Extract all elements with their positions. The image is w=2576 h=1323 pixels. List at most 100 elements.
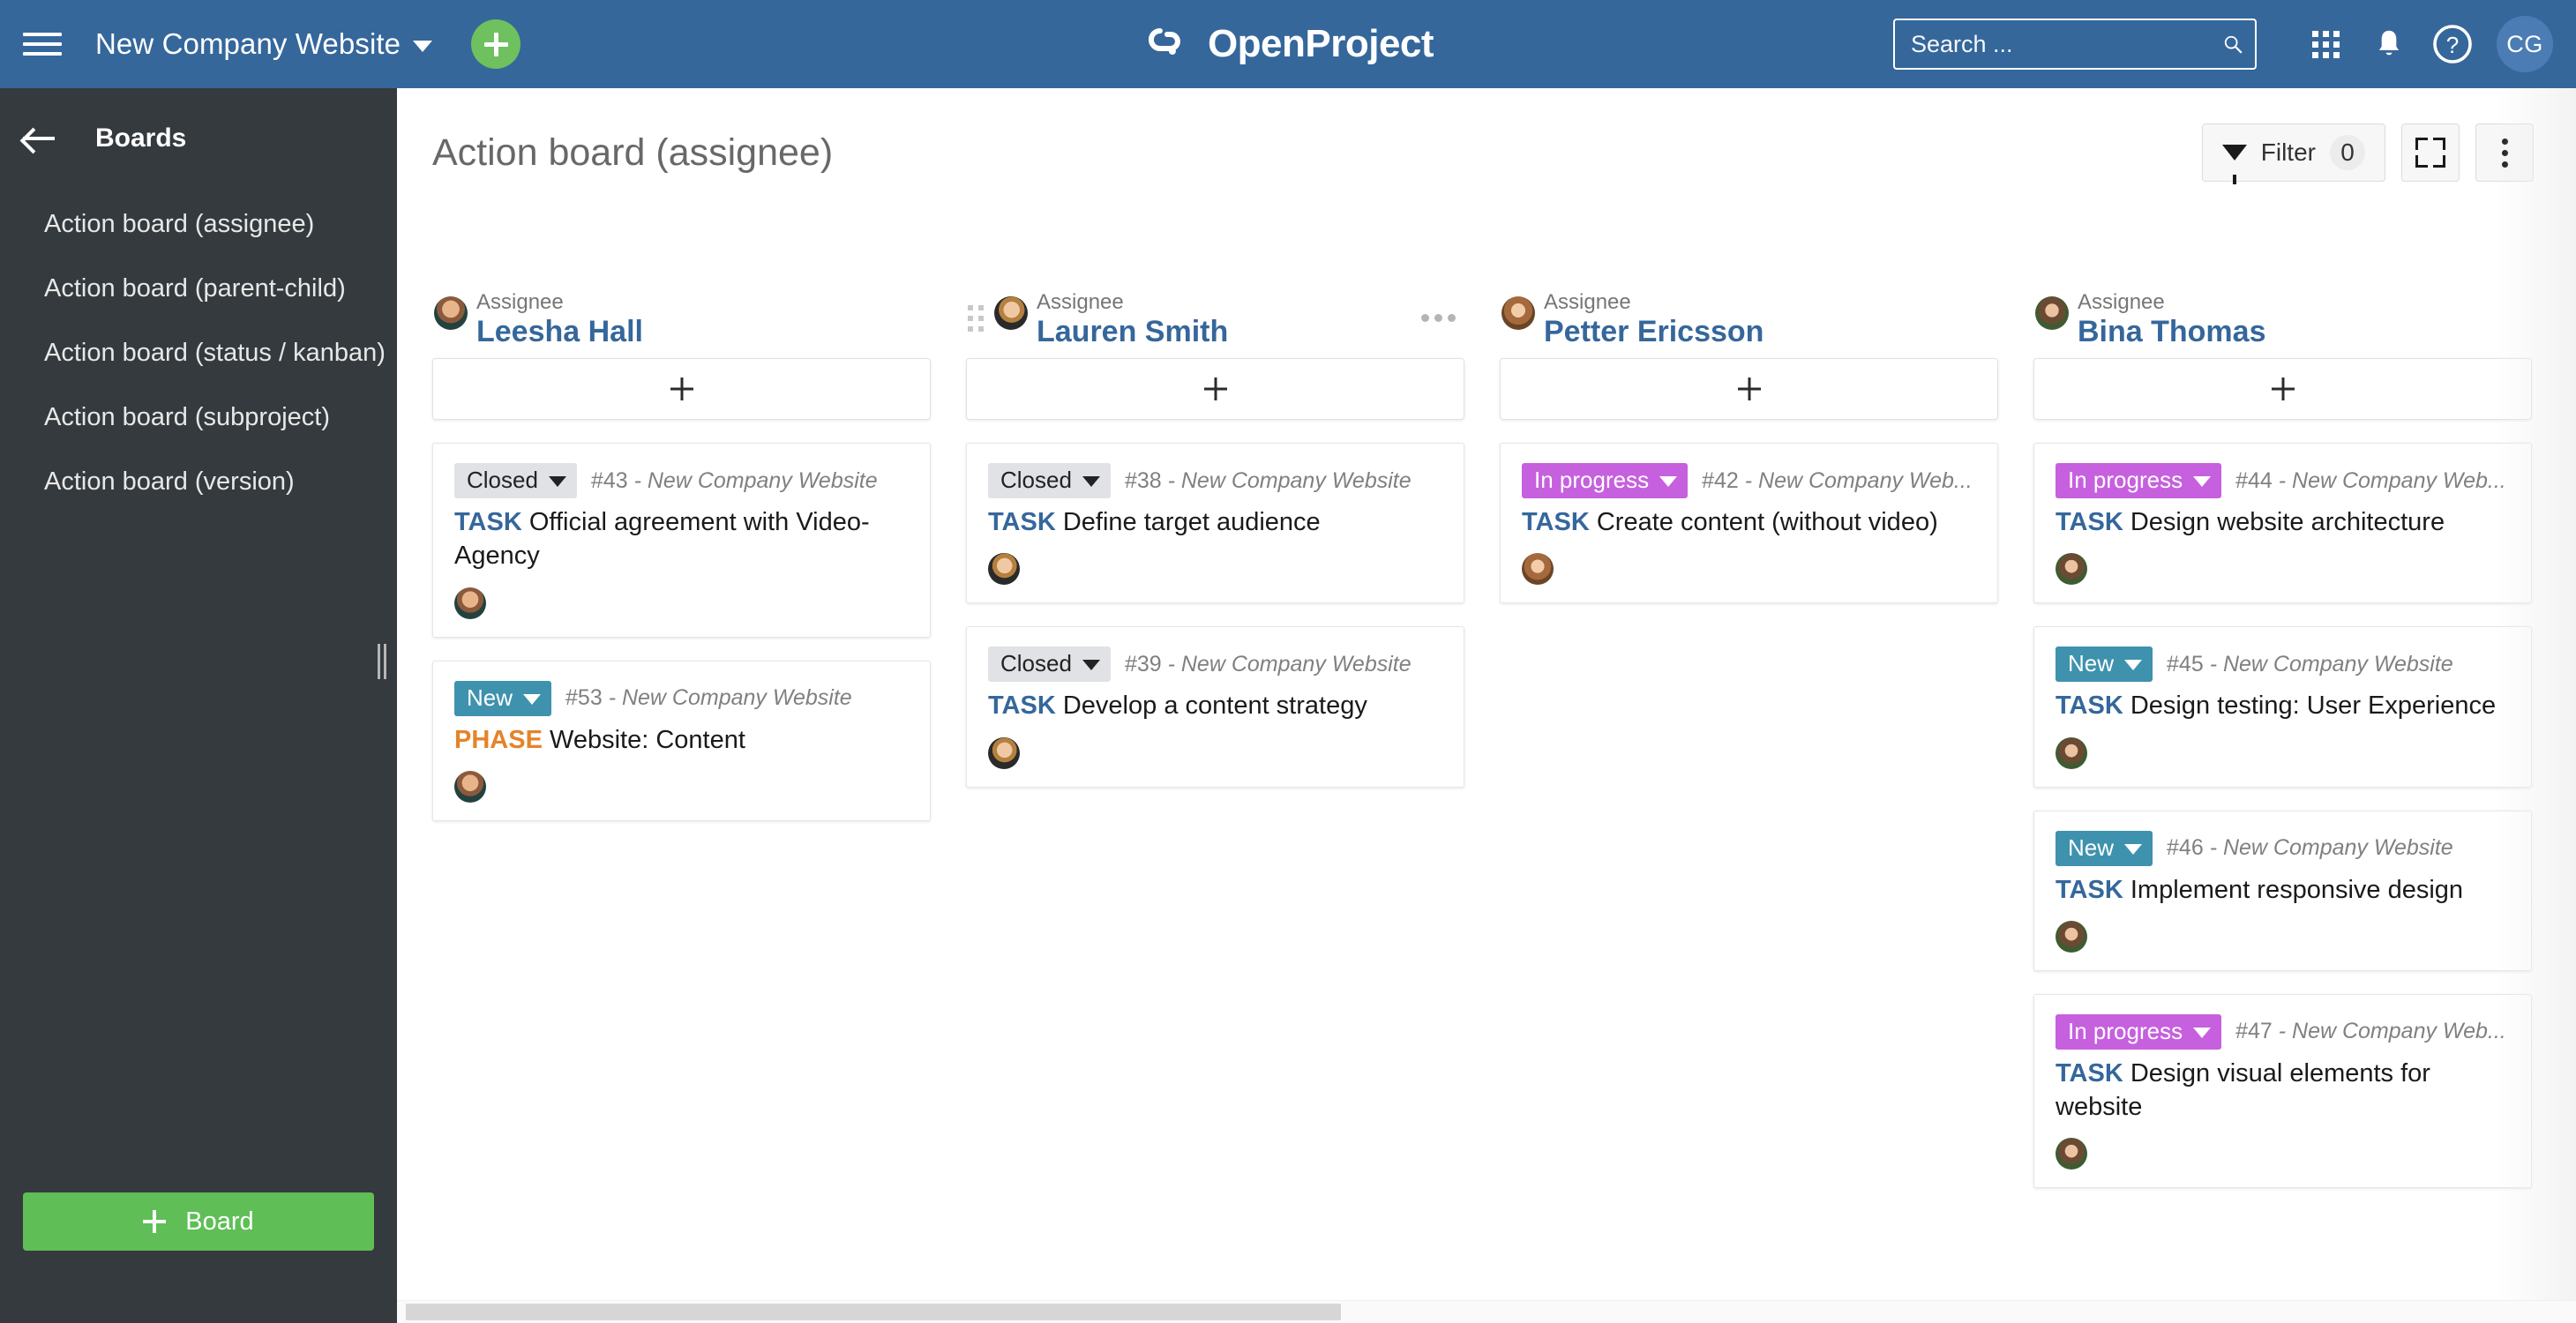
work-package-id[interactable]: #53 [565,685,603,710]
column-assignee-name[interactable]: Bina Thomas [2078,316,2265,348]
work-package-type: TASK [454,508,522,536]
work-package-id[interactable]: #44 [2235,468,2273,493]
board-column: Assignee Lauren Smith Closed #38 - New Comp… [966,291,1500,1323]
status-label: In progress [2068,467,2183,493]
status-badge[interactable]: New [454,680,552,716]
card-reference: #47 - New Company Web... [2235,1019,2506,1044]
card-header: In progress #44 - New Company Web... [2056,463,2510,498]
work-package-card[interactable]: Closed #43 - New Company Website TASK Offi… [432,443,931,638]
add-board-button[interactable]: Board [23,1192,374,1251]
add-card-button[interactable] [432,358,931,420]
status-label: New [2068,650,2115,677]
status-badge[interactable]: Closed [454,463,577,498]
column-attribute-label: Assignee [476,291,564,314]
work-package-id[interactable]: #47 [2235,1019,2273,1043]
work-package-id[interactable]: #45 [2167,652,2204,676]
column-assignee-name[interactable]: Leesha Hall [476,316,643,348]
topbar-right-actions: ? CG [1893,0,2553,88]
card-header: In progress #42 - New Company Web... [1522,463,1976,498]
column-header: Assignee Lauren Smith [966,291,1464,358]
openproject-logo-icon [1148,28,1180,55]
board-horizontal-scrollbar[interactable] [397,1300,2576,1323]
column-menu-icon[interactable] [1421,314,1456,322]
card-reference: #46 - New Company Website [2167,835,2453,861]
card-header: Closed #38 - New Company Website [988,463,1442,498]
work-package-id[interactable]: #46 [2167,835,2204,860]
card-title: TASK Create content (without video) [1522,505,1976,539]
more-options-button[interactable] [2475,123,2534,182]
card-project-name: - New Company Website [2209,651,2453,676]
work-package-id[interactable]: #38 [1125,468,1162,493]
work-package-card[interactable]: New #45 - New Company Website TASK Design … [2033,626,2532,788]
work-package-card[interactable]: Closed #39 - New Company Website TASK Deve… [966,626,1464,788]
plus-icon [1737,377,1762,401]
work-package-card[interactable]: In progress #42 - New Company Web... TASK … [1500,443,1998,604]
work-package-id[interactable]: #39 [1125,652,1162,676]
work-package-type: TASK [988,691,1056,721]
sidebar-resize-handle[interactable] [378,644,386,679]
top-navigation-bar: New Company Website OpenProject Search .… [0,0,2576,88]
openproject-logo[interactable]: OpenProject [1142,22,1434,66]
board-scrollbar-thumb[interactable] [406,1304,1341,1320]
card-project-name: - New Company Website [1167,467,1412,493]
chevron-down-icon [1659,476,1678,487]
modules-button[interactable] [2294,12,2357,76]
column-drag-handle-icon[interactable] [968,305,984,332]
work-package-id[interactable]: #43 [591,468,628,493]
sidebar-item-action-board-assignee[interactable]: Action board (assignee) [0,192,397,257]
card-reference: #38 - New Company Website [1125,468,1412,494]
status-label: Closed [1000,467,1072,493]
status-badge[interactable]: New [2056,647,2153,683]
status-badge[interactable]: In progress [2056,1013,2222,1050]
column-assignee-name[interactable]: Petter Ericsson [1544,316,1764,348]
hamburger-icon[interactable] [23,29,62,59]
arrow-left-icon[interactable] [23,125,56,152]
status-badge[interactable]: New [2056,830,2153,866]
chevron-down-icon [413,41,433,52]
sidebar-item-action-board-status-kanban[interactable]: Action board (status / kanban) [0,321,397,385]
fullscreen-button[interactable] [2401,123,2460,182]
work-package-card[interactable]: Closed #38 - New Company Website TASK Defi… [966,443,1464,604]
global-add-button[interactable] [471,19,521,69]
sidebar-item-action-board-parent-child[interactable]: Action board (parent-child) [0,257,397,321]
column-header: Assignee Bina Thomas [2033,291,2532,358]
card-project-name: - New Company Website [633,467,878,493]
status-badge[interactable]: Closed [988,647,1111,683]
card-header: In progress #47 - New Company Web... [2056,1013,2510,1050]
plus-icon [1203,377,1228,401]
sidebar-item-action-board-subproject[interactable]: Action board (subproject) [0,385,397,450]
search-input[interactable] [1911,30,2223,58]
status-badge[interactable]: Closed [988,463,1111,498]
status-badge[interactable]: In progress [2056,463,2222,498]
add-card-button[interactable] [966,358,1464,420]
notifications-button[interactable] [2357,12,2421,76]
card-project-name: - New Company Website [608,685,852,711]
work-package-id[interactable]: #42 [1702,468,1739,493]
user-avatar[interactable]: CG [2497,16,2553,72]
work-package-card[interactable]: In progress #44 - New Company Web... TASK … [2033,443,2532,604]
column-attribute-label: Assignee [2078,291,2165,314]
sidebar: Boards Action board (assignee) Action bo… [0,88,397,1323]
plus-icon [670,377,694,401]
status-badge[interactable]: In progress [1522,463,1689,498]
work-package-type: TASK [1522,508,1590,536]
work-package-card[interactable]: In progress #47 - New Company Web... TASK … [2033,993,2532,1189]
card-project-name: - New Company Web... [2278,1019,2506,1044]
project-selector[interactable]: New Company Website [95,27,433,61]
search-icon[interactable] [2223,31,2243,57]
work-package-type: TASK [988,508,1056,536]
help-button[interactable]: ? [2421,12,2484,76]
chevron-down-icon [2193,476,2212,487]
work-package-subject: Define target audience [1062,508,1321,536]
work-package-card[interactable]: New #53 - New Company Website PHASE Websit… [432,660,931,821]
add-card-button[interactable] [1500,358,1998,420]
sidebar-item-action-board-version[interactable]: Action board (version) [0,450,397,514]
global-search[interactable] [1893,19,2257,70]
filter-button[interactable]: Filter 0 [2201,123,2385,184]
funnel-icon [2221,145,2247,184]
add-card-button[interactable] [2033,358,2532,420]
column-assignee-name[interactable]: Lauren Smith [1037,316,1228,348]
work-package-card[interactable]: New #46 - New Company Website TASK Impleme… [2033,810,2532,971]
chevron-down-icon [2193,1027,2212,1038]
card-assignee-avatar [2056,1138,2087,1170]
